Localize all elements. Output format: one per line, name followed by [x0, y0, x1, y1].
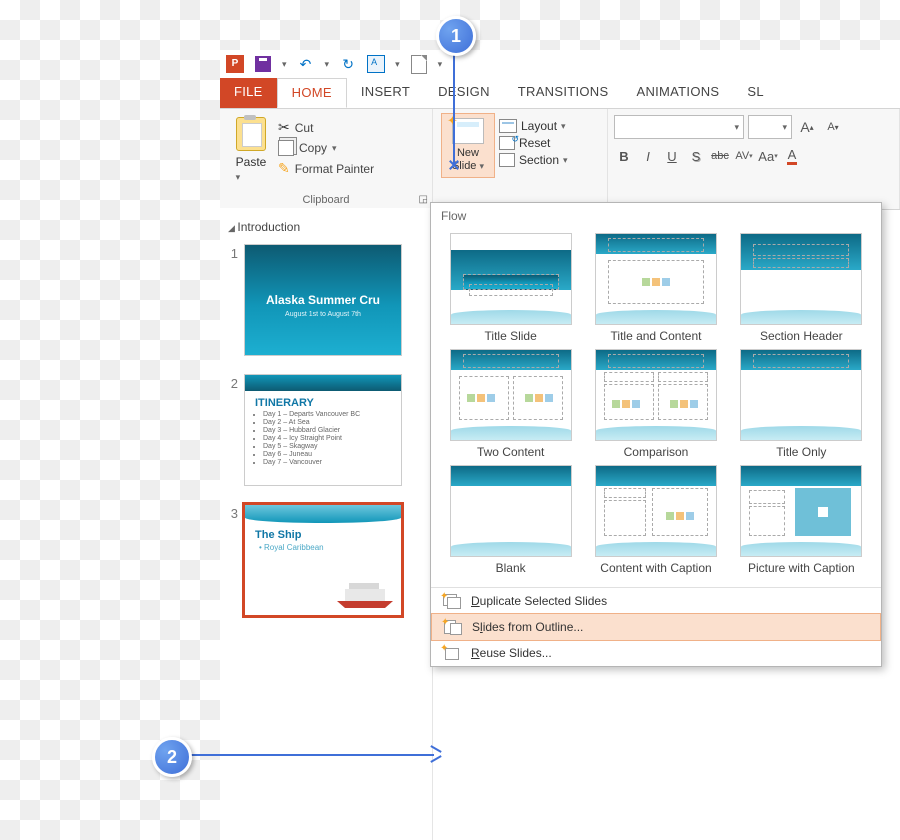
reset-icon	[499, 136, 515, 150]
section-header[interactable]: Introduction	[226, 216, 426, 238]
group-clipboard: Paste▾ ✂Cut Copy ▾ ✎Format Painter Clipb…	[220, 109, 433, 209]
powerpoint-window: P ▾ ↶ ▾ ↻ ▾ ▾ FILE HOME INSERT DESIGN TR…	[220, 50, 900, 840]
scissors-icon: ✂	[278, 119, 290, 136]
char-spacing-button[interactable]: AV▾	[734, 145, 754, 167]
copy-button[interactable]: Copy ▾	[278, 140, 374, 156]
touch-dropdown[interactable]: ▾	[395, 59, 400, 70]
layout-title-only[interactable]	[740, 349, 862, 441]
layout-two-content[interactable]	[450, 349, 572, 441]
font-color-button[interactable]: A	[782, 145, 802, 167]
layout-comparison[interactable]	[595, 349, 717, 441]
tab-transitions[interactable]: TRANSITIONS	[504, 78, 623, 108]
new-slide-icon	[452, 118, 484, 144]
shrink-font-button[interactable]: A▾	[822, 115, 844, 139]
paste-label: Paste▾	[236, 155, 267, 183]
new-slide-dropdown: Flow Title Slide Title and Content Secti…	[430, 202, 882, 667]
clipboard-launcher[interactable]: ◲	[419, 194, 428, 205]
save-button[interactable]	[254, 55, 272, 73]
clipboard-group-label: Clipboard	[220, 194, 432, 206]
slide-1-subtitle: August 1st to August 7th	[245, 311, 401, 318]
callout-2: 2	[152, 737, 192, 777]
slide-1-number: 1	[226, 244, 238, 356]
section-button[interactable]: Section ▾	[499, 153, 568, 167]
slide-thumb-1[interactable]: Alaska Summer Cru August 1st to August 7…	[244, 244, 402, 356]
ribbon-tabs: FILE HOME INSERT DESIGN TRANSITIONS ANIM…	[220, 78, 900, 109]
slide-thumb-1-row: 1 Alaska Summer Cru August 1st to August…	[226, 244, 426, 356]
grow-font-button[interactable]: A▴	[796, 115, 818, 139]
quick-access-toolbar: P ▾ ↶ ▾ ↻ ▾ ▾	[220, 50, 900, 78]
cut-button[interactable]: ✂Cut	[278, 119, 374, 136]
duplicate-slides-item[interactable]: ✦DDuplicate Selected Slidesuplicate Sele…	[431, 588, 881, 614]
callout-1: 1	[436, 16, 476, 56]
slide-panel: Introduction 1 Alaska Summer Cru August …	[220, 208, 433, 840]
bold-button[interactable]: B	[614, 145, 634, 167]
layout-title-content[interactable]	[595, 233, 717, 325]
slide-thumb-2-row: 2 ITINERARY Day 1 – Departs Vancouver BC…	[226, 374, 426, 486]
customize-qat-dropdown[interactable]: ▾	[438, 59, 443, 70]
slide-3-number: 3	[226, 504, 238, 616]
qat-dropdown[interactable]: ▾	[282, 59, 287, 70]
strike-button[interactable]: abc	[710, 145, 730, 167]
callout-1-line	[453, 50, 455, 166]
ribbon-home: Paste▾ ✂Cut Copy ▾ ✎Format Painter Clipb…	[220, 109, 900, 210]
group-slides: New Slide ▾ Layout ▾ Reset Section ▾	[433, 109, 608, 209]
slide-2-list: Day 1 – Departs Vancouver BCDay 2 – At S…	[263, 411, 401, 466]
touch-mode-button[interactable]	[367, 55, 385, 73]
layout-picture-caption[interactable]	[740, 465, 862, 557]
layout-title-slide[interactable]	[450, 233, 572, 325]
start-from-beginning-button[interactable]	[410, 55, 428, 73]
dropdown-header: Flow	[431, 203, 881, 227]
tab-home[interactable]: HOME	[277, 78, 347, 108]
undo-button[interactable]: ↶	[297, 55, 315, 73]
slides-from-outline-item[interactable]: ✦Slides from Outline...	[431, 613, 881, 641]
group-font: ▾ ▾ A▴ A▾ B I U S abc AV▾ Aa▾ A	[608, 109, 900, 209]
layout-blank[interactable]	[450, 465, 572, 557]
duplicate-icon: ✦	[443, 594, 461, 608]
redo-button[interactable]: ↻	[339, 55, 357, 73]
paste-button[interactable]: Paste▾	[228, 113, 274, 183]
tab-insert[interactable]: INSERT	[347, 78, 424, 108]
slide-thumb-2[interactable]: ITINERARY Day 1 – Departs Vancouver BCDa…	[244, 374, 402, 486]
layout-gallery: Title Slide Title and Content Section He…	[431, 227, 881, 585]
format-painter-button[interactable]: ✎Format Painter	[278, 160, 374, 177]
slide-2-number: 2	[226, 374, 238, 486]
layout-button[interactable]: Layout ▾	[499, 119, 568, 133]
font-size-combo[interactable]: ▾	[748, 115, 792, 139]
shadow-button[interactable]: S	[686, 145, 706, 167]
slide-2-title: ITINERARY	[245, 391, 401, 411]
paste-icon	[236, 117, 266, 151]
ship-icon	[335, 579, 395, 609]
reset-button[interactable]: Reset	[499, 136, 568, 150]
tab-slideshow[interactable]: SL	[733, 78, 778, 108]
layout-icon	[499, 119, 517, 133]
app-icon: P	[226, 55, 244, 73]
undo-dropdown[interactable]: ▾	[325, 59, 330, 70]
tab-file[interactable]: FILE	[220, 78, 277, 108]
reuse-slides-item[interactable]: ✦Reuse Slides...	[431, 640, 881, 666]
copy-icon	[278, 140, 294, 156]
reuse-icon: ✦	[443, 646, 461, 660]
slide-1-title: Alaska Summer Cru	[245, 293, 401, 307]
slide-thumb-3-row: 3 The Ship • Royal Caribbean	[226, 504, 426, 616]
brush-icon: ✎	[278, 160, 290, 177]
slide-3-subtitle: • Royal Caribbean	[245, 543, 401, 552]
layout-content-caption[interactable]	[595, 465, 717, 557]
layout-section-header[interactable]	[740, 233, 862, 325]
change-case-button[interactable]: Aa▾	[758, 145, 778, 167]
font-family-combo[interactable]: ▾	[614, 115, 744, 139]
callout-2-line	[186, 754, 434, 756]
slide-thumb-3[interactable]: The Ship • Royal Caribbean	[244, 504, 402, 616]
outline-icon: ✦	[444, 620, 462, 634]
tab-design[interactable]: DESIGN	[424, 78, 504, 108]
tab-animations[interactable]: ANIMATIONS	[622, 78, 733, 108]
section-icon	[499, 153, 515, 167]
underline-button[interactable]: U	[662, 145, 682, 167]
italic-button[interactable]: I	[638, 145, 658, 167]
